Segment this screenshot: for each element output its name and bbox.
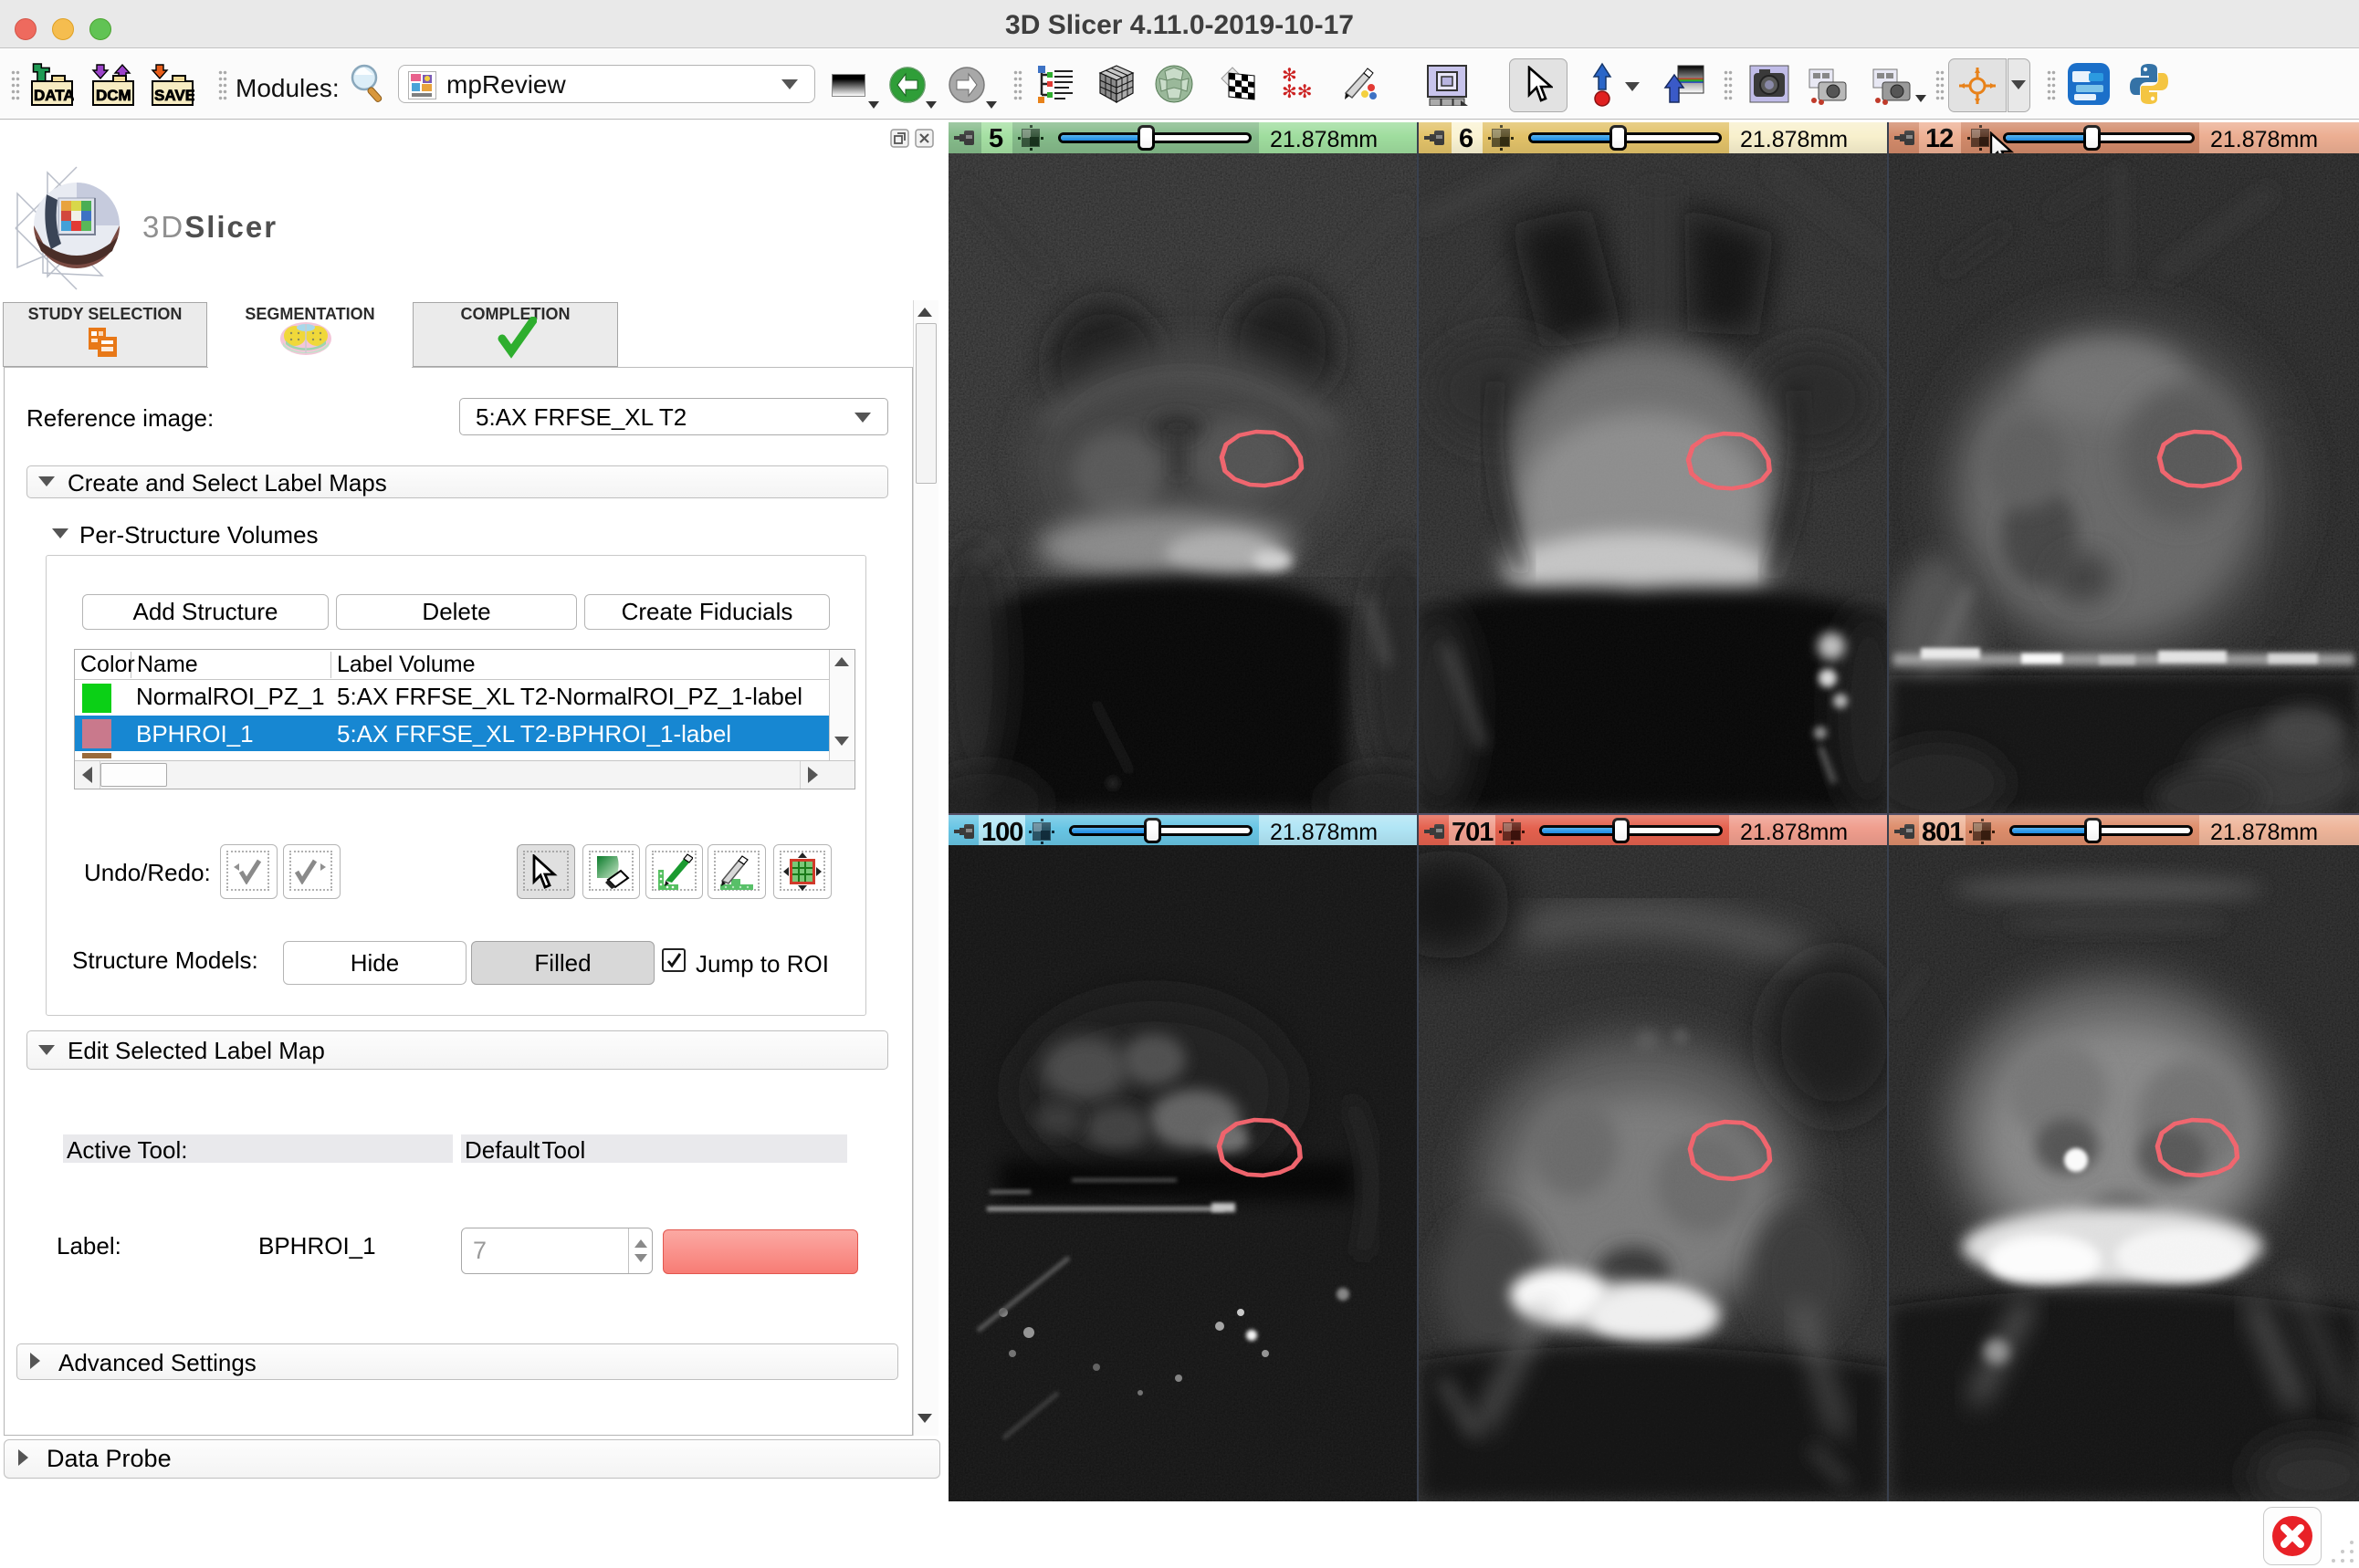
svg-text:SAVE: SAVE [154, 87, 194, 104]
svg-text:DATA: DATA [34, 87, 74, 104]
svg-text:DCM: DCM [96, 87, 131, 104]
